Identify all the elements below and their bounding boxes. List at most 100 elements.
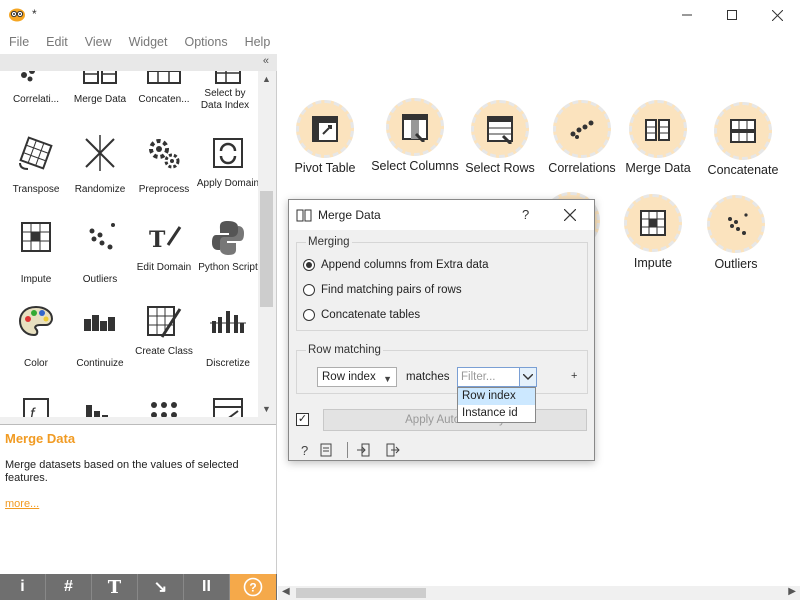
combo-value: Row index bbox=[322, 371, 376, 383]
toolbox-widget-label: Impute bbox=[20, 274, 52, 285]
toolbox-widget-label: Create Class bbox=[135, 346, 193, 357]
menu-help[interactable]: Help bbox=[245, 35, 271, 49]
radio-button[interactable] bbox=[303, 284, 315, 296]
description-title: Merge Data bbox=[5, 431, 76, 446]
window-title: * bbox=[32, 7, 37, 21]
dropdown-option-instance-id[interactable]: Instance id bbox=[458, 405, 535, 422]
toolbox-widget-label: Select by Data Index bbox=[200, 88, 250, 111]
dialog-help-button[interactable]: ? bbox=[522, 207, 529, 222]
toolbox-widget-edit-domain[interactable]: T Edit Domain bbox=[130, 217, 194, 301]
menu-file[interactable]: File bbox=[9, 35, 29, 49]
pivot-table-icon bbox=[312, 116, 338, 142]
scroll-down-icon[interactable]: ▼ bbox=[262, 404, 271, 414]
continuize-icon bbox=[84, 315, 115, 331]
text-annotation-button[interactable]: T bbox=[92, 574, 138, 600]
radio-button[interactable] bbox=[303, 259, 315, 271]
edit-domain-icon: T bbox=[149, 226, 182, 253]
help-button[interactable]: ? bbox=[230, 574, 276, 600]
info-button[interactable]: i bbox=[0, 574, 46, 600]
select-by-index-icon bbox=[215, 71, 241, 84]
input-icon[interactable] bbox=[356, 443, 372, 459]
row-key-dropdown-list: Row index Instance id bbox=[457, 387, 536, 423]
dialog-close-button[interactable] bbox=[563, 204, 577, 226]
toolbox-widget-select-by-data-index[interactable]: Select by Data Index bbox=[194, 71, 258, 133]
close-icon bbox=[563, 208, 577, 222]
toolbox-widget-merge-data[interactable]: Merge Data bbox=[66, 71, 130, 133]
menu-widget[interactable]: Widget bbox=[129, 35, 168, 49]
toolbox-widget-partial[interactable] bbox=[66, 385, 130, 417]
minimize-button[interactable] bbox=[672, 4, 702, 26]
scroll-right-icon[interactable]: ▶ bbox=[788, 586, 796, 597]
toolbox-scrollbar[interactable]: ▲ ▼ bbox=[258, 71, 275, 417]
toolbox-widget-partial[interactable] bbox=[130, 385, 194, 417]
menu-options[interactable]: Options bbox=[184, 35, 227, 49]
arrow-annotation-button[interactable]: ↘ bbox=[138, 574, 184, 600]
dropdown-option-row-index[interactable]: Row index bbox=[458, 388, 535, 405]
toolbox-widget-label: Color bbox=[24, 358, 48, 369]
scroll-left-icon[interactable]: ◀ bbox=[282, 586, 290, 597]
concatenate-icon bbox=[730, 119, 756, 143]
menu-bar: File Edit View Widget Options Help bbox=[0, 31, 800, 53]
dialog-title: Merge Data bbox=[318, 208, 381, 222]
create-class-icon bbox=[147, 306, 182, 338]
widget-grid: Correlati... Merge Data Concaten... Sele… bbox=[0, 71, 258, 417]
toolbox-widget-partial[interactable]: f bbox=[2, 385, 66, 417]
report-icon[interactable] bbox=[320, 443, 336, 459]
apply-automatically-button[interactable]: Apply Automatically bbox=[323, 409, 587, 431]
toolbox-widget-label: Randomize bbox=[74, 184, 126, 195]
toolbox-widget-concatenate[interactable]: Concaten... bbox=[130, 71, 194, 133]
output-icon[interactable] bbox=[386, 443, 402, 459]
toolbox-widget-apply-domain[interactable]: Apply Domain bbox=[194, 133, 258, 217]
filter-dropdown-button[interactable] bbox=[519, 367, 537, 387]
toolbox-widget-create-class[interactable]: Create Class bbox=[130, 301, 194, 385]
toolbox-widget-python-script[interactable]: Python Script bbox=[194, 217, 258, 301]
scrollbar-thumb[interactable] bbox=[260, 191, 273, 307]
toolbox-widget-partial[interactable] bbox=[194, 385, 258, 417]
row-index-combo[interactable]: Row index ▼ bbox=[317, 367, 397, 387]
grid-button[interactable]: # bbox=[46, 574, 92, 600]
correlations-icon bbox=[21, 71, 35, 82]
toolbox-widget-outliers[interactable]: Outliers bbox=[66, 217, 130, 301]
widget-toolbox: « Correlati... Merge Data Concaten... Se… bbox=[0, 54, 277, 600]
filter-input[interactable]: Filter... bbox=[457, 367, 521, 387]
help-icon[interactable]: ? bbox=[301, 443, 317, 459]
toolbox-widget-correlations[interactable]: Correlati... bbox=[2, 71, 66, 133]
help-glyph: ? bbox=[249, 581, 256, 595]
toolbox-widget-impute[interactable]: Impute bbox=[2, 217, 66, 301]
scrollbar-thumb[interactable] bbox=[296, 588, 426, 598]
more-link[interactable]: more... bbox=[5, 498, 39, 510]
menu-view[interactable]: View bbox=[85, 35, 112, 49]
toolbox-widget-label: Continuize bbox=[76, 358, 124, 369]
node-label: Concatenate bbox=[707, 163, 779, 177]
node-circle bbox=[714, 102, 772, 160]
toolbox-widget-randomize[interactable]: Randomize bbox=[66, 133, 130, 217]
select-columns-icon bbox=[213, 398, 243, 417]
add-row-button[interactable]: + bbox=[571, 370, 577, 382]
radio-append-columns[interactable]: Append columns from Extra data bbox=[303, 259, 488, 271]
toolbox-header: « bbox=[0, 54, 277, 71]
auto-apply-checkbox[interactable]: ✓ bbox=[296, 413, 309, 426]
close-window-button[interactable] bbox=[762, 4, 792, 26]
node-circle bbox=[471, 100, 529, 158]
maximize-button[interactable] bbox=[717, 4, 747, 26]
node-circle bbox=[624, 194, 682, 252]
impute-icon bbox=[640, 210, 666, 236]
toolbox-widget-preprocess[interactable]: Preprocess bbox=[130, 133, 194, 217]
svg-text:f: f bbox=[30, 406, 36, 417]
node-circle bbox=[386, 98, 444, 156]
radio-button[interactable] bbox=[303, 309, 315, 321]
radio-label: Concatenate tables bbox=[321, 309, 421, 321]
radio-find-matching-pairs[interactable]: Find matching pairs of rows bbox=[303, 284, 462, 296]
toolbox-widget-transpose[interactable]: Transpose bbox=[2, 133, 66, 217]
radio-label: Find matching pairs of rows bbox=[321, 284, 462, 296]
description-text: Merge datasets based on the values of se… bbox=[5, 459, 239, 484]
pause-button[interactable]: II bbox=[184, 574, 230, 600]
toolbox-widget-discretize[interactable]: Discretize bbox=[194, 301, 258, 385]
collapse-toolbox-button[interactable]: « bbox=[263, 55, 269, 67]
scroll-up-icon[interactable]: ▲ bbox=[262, 74, 271, 84]
radio-concatenate-tables[interactable]: Concatenate tables bbox=[303, 309, 420, 321]
menu-edit[interactable]: Edit bbox=[46, 35, 68, 49]
toolbox-widget-color[interactable]: Color bbox=[2, 301, 66, 385]
canvas-horizontal-scrollbar[interactable]: ◀ ▶ bbox=[278, 586, 800, 600]
toolbox-widget-continuize[interactable]: Continuize bbox=[66, 301, 130, 385]
